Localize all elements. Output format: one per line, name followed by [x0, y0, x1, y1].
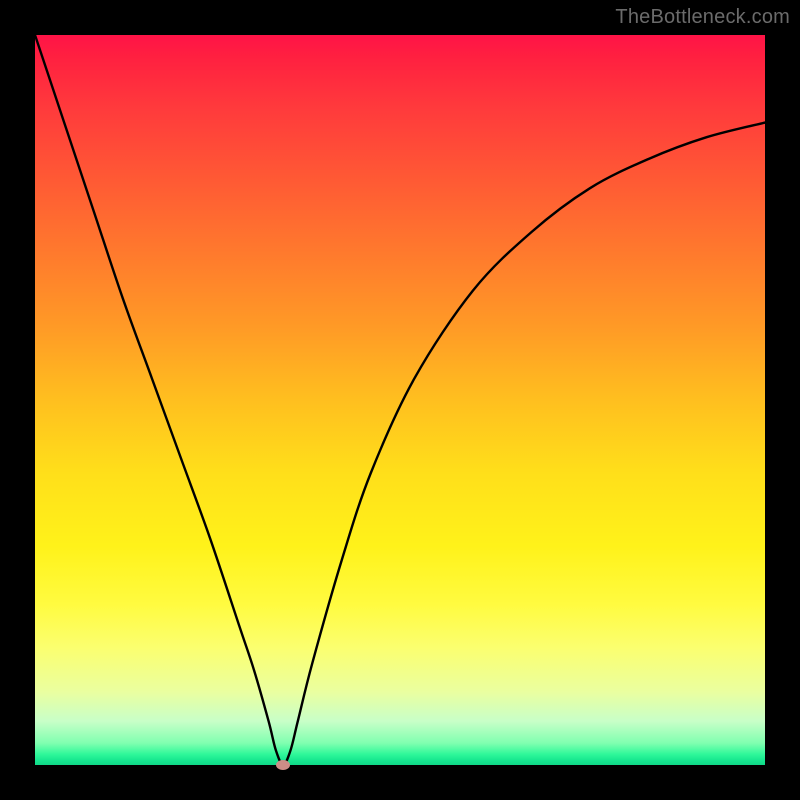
bottleneck-curve [35, 35, 765, 765]
watermark-text: TheBottleneck.com [615, 6, 790, 29]
plot-area [35, 35, 765, 765]
minimum-marker [276, 760, 290, 770]
chart-frame: TheBottleneck.com [0, 0, 800, 800]
